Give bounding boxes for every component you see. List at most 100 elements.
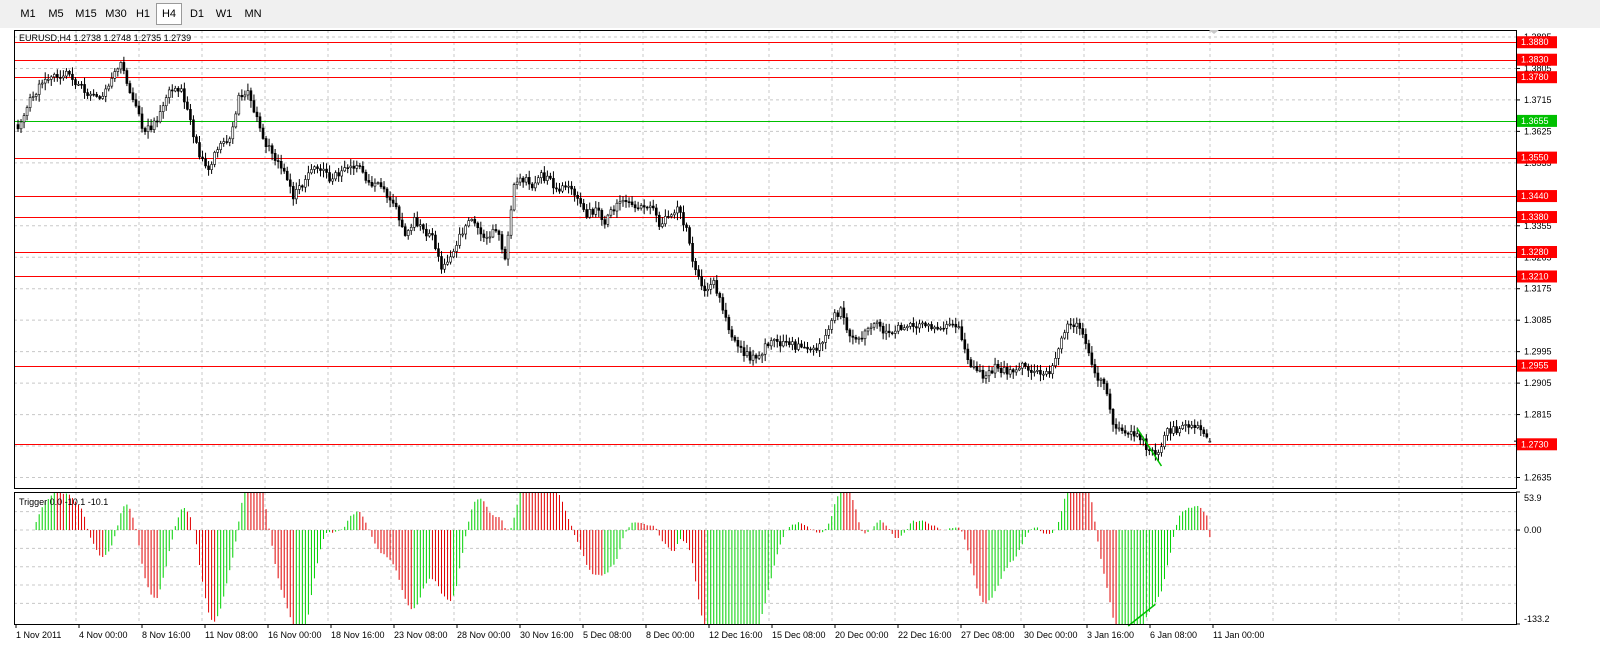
candle-body <box>788 341 791 345</box>
candle-body <box>307 172 310 180</box>
candle-body <box>1057 348 1060 359</box>
candle-body <box>869 326 873 329</box>
candle <box>515 177 519 190</box>
candle-body <box>1020 362 1024 369</box>
candle <box>1184 420 1187 432</box>
candle-body <box>1011 369 1015 373</box>
indicator-trend-line <box>1127 603 1156 627</box>
candle-body <box>1090 352 1094 365</box>
candle-body <box>670 214 673 217</box>
candle-body <box>600 210 604 220</box>
timeframe-w1[interactable]: W1 <box>212 4 236 24</box>
candle <box>40 79 44 89</box>
candle-body <box>252 100 256 113</box>
candle <box>419 219 422 231</box>
candle-body <box>518 177 522 183</box>
candle <box>576 191 579 206</box>
candle <box>252 94 256 114</box>
candle <box>340 165 343 183</box>
candle <box>760 352 764 364</box>
candle-body <box>567 185 570 188</box>
candle-body <box>186 101 189 110</box>
candle <box>803 341 806 349</box>
candle-body <box>836 312 840 317</box>
candle <box>573 186 576 202</box>
candle-body <box>95 94 98 97</box>
candle-body <box>573 188 576 196</box>
candle-body <box>984 375 988 379</box>
candle <box>180 84 183 93</box>
candle-body <box>1060 337 1063 350</box>
candle-body <box>691 242 694 262</box>
candle-body <box>494 229 498 232</box>
candle <box>612 205 616 215</box>
candle <box>301 184 304 192</box>
candle <box>497 229 501 241</box>
candle-body <box>751 354 755 361</box>
candle-body <box>866 328 870 332</box>
candle <box>540 169 543 184</box>
candle-body <box>110 78 114 87</box>
candle-body <box>552 178 555 189</box>
candle <box>461 227 464 238</box>
time-tick-label: 11 Nov 08:00 <box>205 630 258 640</box>
timeframe-d1[interactable]: D1 <box>186 4 208 24</box>
candle-body <box>878 321 882 327</box>
candle-body <box>585 209 589 218</box>
level-price-label: 1.3550 <box>1521 153 1549 163</box>
candle <box>600 208 604 226</box>
timeframe-m30[interactable]: M30 <box>102 4 130 24</box>
candle <box>518 173 522 186</box>
timeframe-m15[interactable]: M15 <box>72 4 100 24</box>
candle-body <box>49 76 53 80</box>
price-tick-label: 1.2635 <box>1524 473 1552 483</box>
candle <box>842 301 846 325</box>
candle <box>945 320 948 335</box>
candle-body <box>987 370 991 377</box>
candle <box>164 94 168 111</box>
level-price-label: 1.3655 <box>1521 116 1549 126</box>
timeframe-h1[interactable]: H1 <box>132 4 154 24</box>
candle <box>960 319 964 342</box>
candle-body <box>1017 367 1021 371</box>
candle <box>98 95 101 100</box>
chart-window[interactable]: 1.38951.38051.37151.36251.35351.33551.32… <box>0 28 1600 659</box>
time-axis[interactable]: 1 Nov 2011 4 Nov 00:00 8 Nov 16:00 11 Nov 0… <box>15 624 1264 640</box>
timeframe-m1[interactable]: M1 <box>16 4 40 24</box>
candle-body <box>906 326 909 328</box>
candle-body <box>721 297 725 311</box>
price-axis[interactable]: 1.38951.38051.37151.36251.35351.33551.32… <box>1514 32 1557 483</box>
candle-body <box>131 92 135 100</box>
candle-body <box>1178 428 1181 434</box>
candle-body <box>1126 432 1130 435</box>
candle <box>1102 377 1106 390</box>
candle <box>43 72 47 91</box>
candle-body <box>122 62 126 71</box>
timeframe-h4[interactable]: H4 <box>156 3 182 25</box>
candle <box>34 92 38 101</box>
candle-body <box>46 78 50 81</box>
candle-body <box>527 177 531 185</box>
candle-body <box>645 206 649 209</box>
candle-body <box>854 337 858 340</box>
candle-body <box>648 205 652 208</box>
timeframe-m5[interactable]: M5 <box>44 4 68 24</box>
candle <box>1066 320 1069 340</box>
candle-body <box>210 164 213 170</box>
candle-body <box>113 71 117 79</box>
candle-body <box>715 280 719 294</box>
price-tick-label: 1.2815 <box>1524 410 1552 420</box>
time-tick-label: 4 Nov 00:00 <box>79 630 128 640</box>
candle-body <box>294 189 298 200</box>
trend-lines[interactable] <box>1127 428 1163 627</box>
candle <box>467 217 471 228</box>
candle-body <box>939 327 942 330</box>
chart-canvas[interactable]: 1.38951.38051.37151.36251.35351.33551.32… <box>0 28 1600 659</box>
candle <box>1169 421 1172 441</box>
indicator-tick-label: 0.00 <box>1524 525 1542 535</box>
timeframe-mn[interactable]: MN <box>240 4 266 24</box>
candle-body <box>28 97 32 108</box>
candle-body <box>682 212 685 226</box>
candle <box>143 126 147 135</box>
candle-body <box>800 343 803 348</box>
